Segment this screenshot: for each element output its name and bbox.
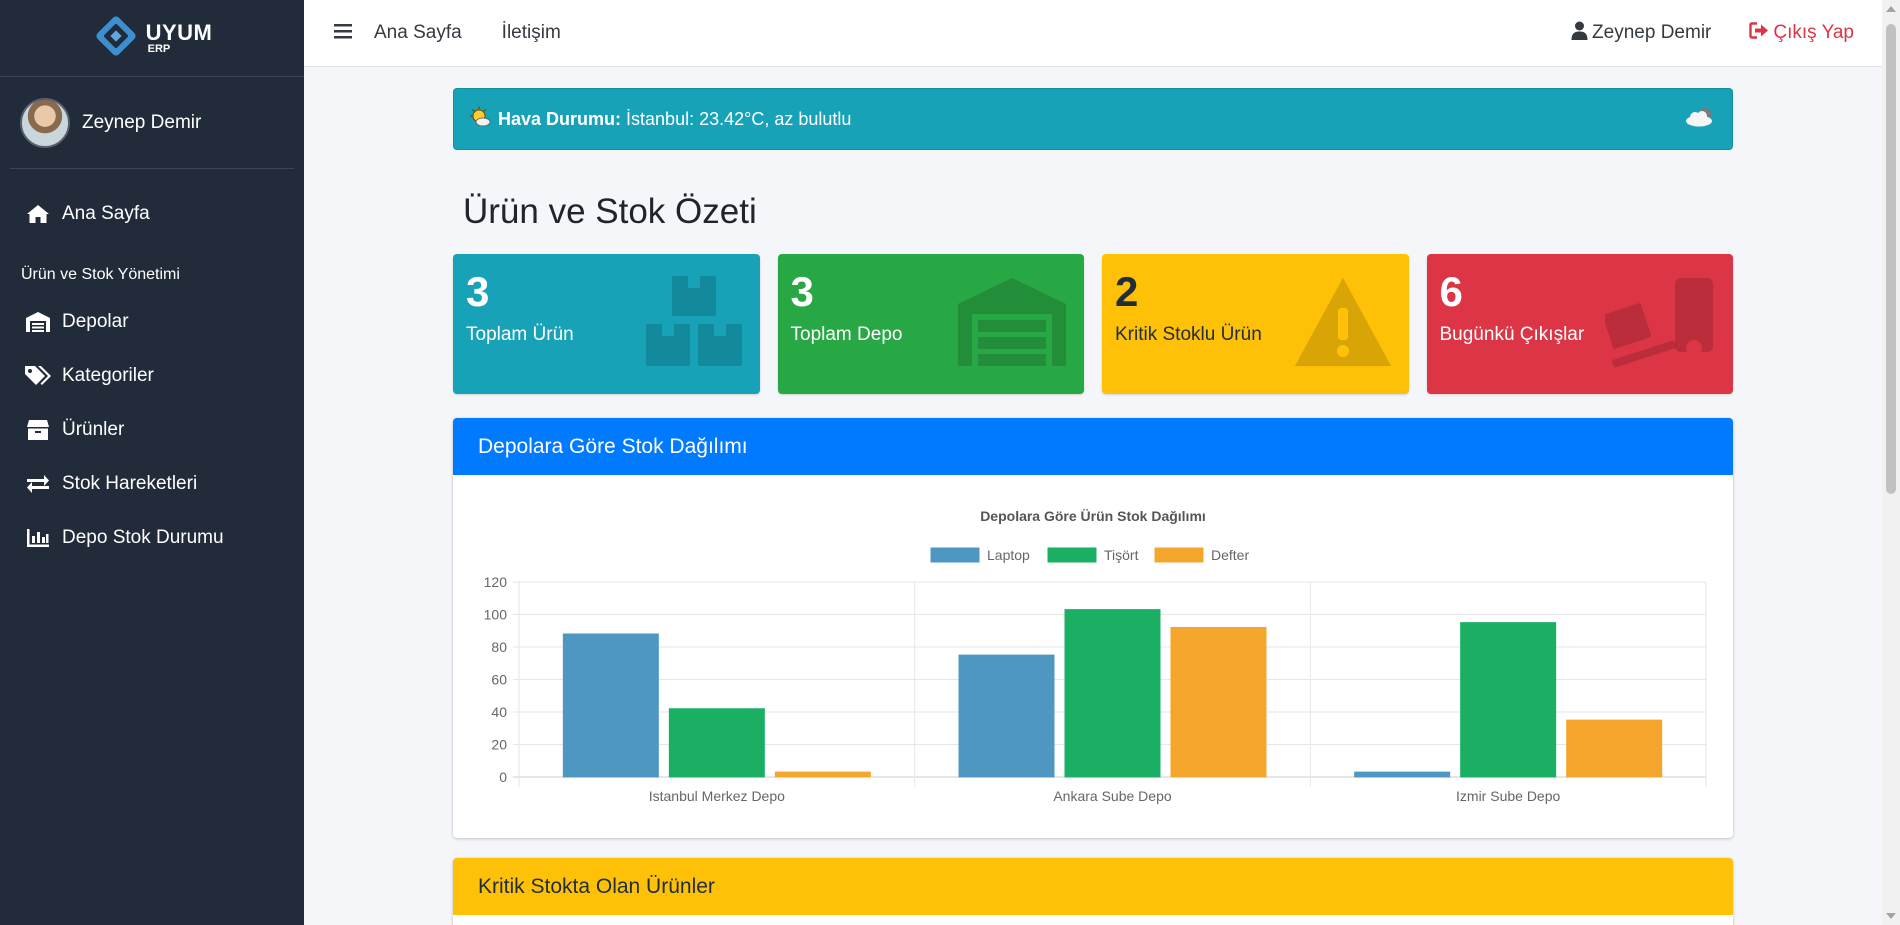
stat-box-total-warehouses[interactable]: 3 Toplam Depo xyxy=(777,254,1084,394)
stat-box-today-outputs[interactable]: 6 Bugünkü Çıkışlar xyxy=(1426,254,1733,394)
page-scrollbar[interactable] xyxy=(1882,0,1900,925)
user-panel[interactable]: Zeynep Demir xyxy=(10,77,294,169)
scroll-down-icon[interactable] xyxy=(1886,913,1896,919)
top-link-contact[interactable]: İletişim xyxy=(502,22,561,44)
sidebar: UYUM ERP Zeynep Demir Ana Sayfa Ürün ve … xyxy=(0,0,304,925)
sidebar-item-label: Depolar xyxy=(62,311,129,332)
legend-swatch xyxy=(1046,546,1098,564)
stat-boxes: 3 Toplam Ürün 3 Toplam Depo 2 Kritik Sto… xyxy=(453,254,1733,394)
sidebar-section-header: Ürün ve Stok Yönetimi xyxy=(21,266,180,283)
weather-text: İstanbul: 23.42°C, az bulutlu xyxy=(626,108,852,129)
page-title: Ürün ve Stok Özeti xyxy=(463,192,757,231)
chart-bar xyxy=(1064,609,1161,778)
chart-bar xyxy=(1460,622,1557,778)
sidebar-item-stok-hareketleri[interactable]: Stok Hareketleri xyxy=(0,457,304,511)
brand-name: UYUM xyxy=(145,19,213,45)
sidebar-item-label: Depo Stok Durumu xyxy=(62,527,224,548)
legend-label: Defter xyxy=(1211,547,1249,563)
card-title: Depolara Göre Stok Dağılımı xyxy=(453,418,1733,475)
user-icon xyxy=(1571,21,1588,46)
avatar[interactable] xyxy=(20,97,70,148)
tags-icon xyxy=(24,365,52,387)
legend-swatch xyxy=(1153,546,1205,564)
x-tick-label: Ankara Sube Depo xyxy=(1053,788,1172,804)
top-link-home[interactable]: Ana Sayfa xyxy=(374,22,462,44)
warehouse-icon xyxy=(956,276,1068,373)
scroll-up-icon[interactable] xyxy=(1886,6,1896,12)
stock-chart: Depolara Göre Ürün Stok Dağılımı Laptop Ti… xyxy=(484,508,1707,804)
stat-box-total-products[interactable]: 3 Toplam Ürün xyxy=(453,254,760,394)
chart-bar xyxy=(668,708,765,778)
sidebar-nav: Ana Sayfa Ürün ve Stok Yönetimi Depolar … xyxy=(0,187,304,565)
x-tick-label: Izmir Sube Depo xyxy=(1456,788,1560,804)
card-title: Kritik Stokta Olan Ürünler xyxy=(453,858,1733,915)
logout-button[interactable]: Çıkış Yap xyxy=(1749,21,1854,45)
y-tick-label: 0 xyxy=(499,769,507,785)
sidebar-item-label: Kategoriler xyxy=(62,365,154,386)
y-tick-label: 120 xyxy=(484,574,508,590)
chart-bar xyxy=(1170,627,1267,778)
sidebar-item-label: Ana Sayfa xyxy=(62,203,150,224)
dolly-icon xyxy=(1602,276,1717,373)
chart-title: Depolara Göre Ürün Stok Dağılımı xyxy=(980,508,1206,524)
scrollbar-thumb[interactable] xyxy=(1886,24,1896,494)
sidebar-item-label: Stok Hareketleri xyxy=(62,473,198,494)
sidebar-item-home[interactable]: Ana Sayfa xyxy=(0,187,304,241)
brand[interactable]: UYUM ERP xyxy=(0,0,304,77)
weather-label: Hava Durumu: xyxy=(498,108,622,129)
y-tick-label: 80 xyxy=(491,639,507,655)
stat-box-critical-stock[interactable]: 2 Kritik Stoklu Ürün xyxy=(1102,254,1409,394)
y-tick-label: 20 xyxy=(491,737,507,753)
card-body xyxy=(453,915,1733,925)
exchange-icon xyxy=(24,474,52,494)
logo-icon xyxy=(92,12,140,65)
critical-stock-card: Kritik Stokta Olan Ürünler xyxy=(453,858,1733,925)
chart-bar xyxy=(562,633,659,778)
chart-bar xyxy=(958,654,1055,778)
sidebar-item-label: Ürünler xyxy=(62,419,125,440)
home-icon xyxy=(24,204,52,224)
sun-cloud-icon xyxy=(468,106,492,133)
sidebar-user-name[interactable]: Zeynep Demir xyxy=(82,112,201,134)
top-navbar: Ana Sayfa İletişim Zeynep Demir Çıkış Ya… xyxy=(304,0,1882,67)
y-tick-label: 40 xyxy=(491,704,507,720)
sign-out-icon xyxy=(1749,21,1769,45)
cloud-icon xyxy=(1684,106,1718,133)
y-tick-label: 60 xyxy=(491,672,507,688)
top-user-menu[interactable]: Zeynep Demir xyxy=(1571,21,1711,46)
warehouse-icon xyxy=(24,311,52,333)
top-user-name: Zeynep Demir xyxy=(1592,22,1712,43)
brand-sub: ERP xyxy=(147,42,171,55)
sidebar-item-depo-stok-durumu[interactable]: Depo Stok Durumu xyxy=(0,511,304,565)
bar-chart-icon xyxy=(24,528,52,548)
chart-container: Depolara Göre Ürün Stok Dağılımı Laptop Ti… xyxy=(453,475,1733,838)
x-tick-label: Istanbul Merkez Depo xyxy=(649,788,785,804)
box-icon xyxy=(24,419,52,441)
logout-label: Çıkış Yap xyxy=(1773,22,1854,43)
y-tick-label: 100 xyxy=(484,607,508,623)
stock-distribution-card: Depolara Göre Stok Dağılımı Depolara Gör… xyxy=(453,418,1733,838)
legend-swatch xyxy=(929,546,981,564)
sidebar-item-urunler[interactable]: Ürünler xyxy=(0,403,304,457)
chart-bar xyxy=(1354,771,1451,778)
sidebar-item-kategoriler[interactable]: Kategoriler xyxy=(0,349,304,403)
chart-bar xyxy=(1566,719,1663,778)
menu-toggle-icon[interactable] xyxy=(334,23,352,44)
boxes-icon xyxy=(644,276,744,373)
legend-label: Tişört xyxy=(1104,547,1139,563)
weather-alert: Hava Durumu: İstanbul: 23.42°C, az bulut… xyxy=(453,88,1733,150)
warning-icon xyxy=(1293,276,1393,373)
main-content: Hava Durumu: İstanbul: 23.42°C, az bulut… xyxy=(453,88,1733,925)
legend-label: Laptop xyxy=(987,547,1030,563)
brand-logo[interactable]: UYUM ERP xyxy=(92,12,213,65)
chart-bar xyxy=(774,771,871,778)
sidebar-item-depolar[interactable]: Depolar xyxy=(0,295,304,349)
